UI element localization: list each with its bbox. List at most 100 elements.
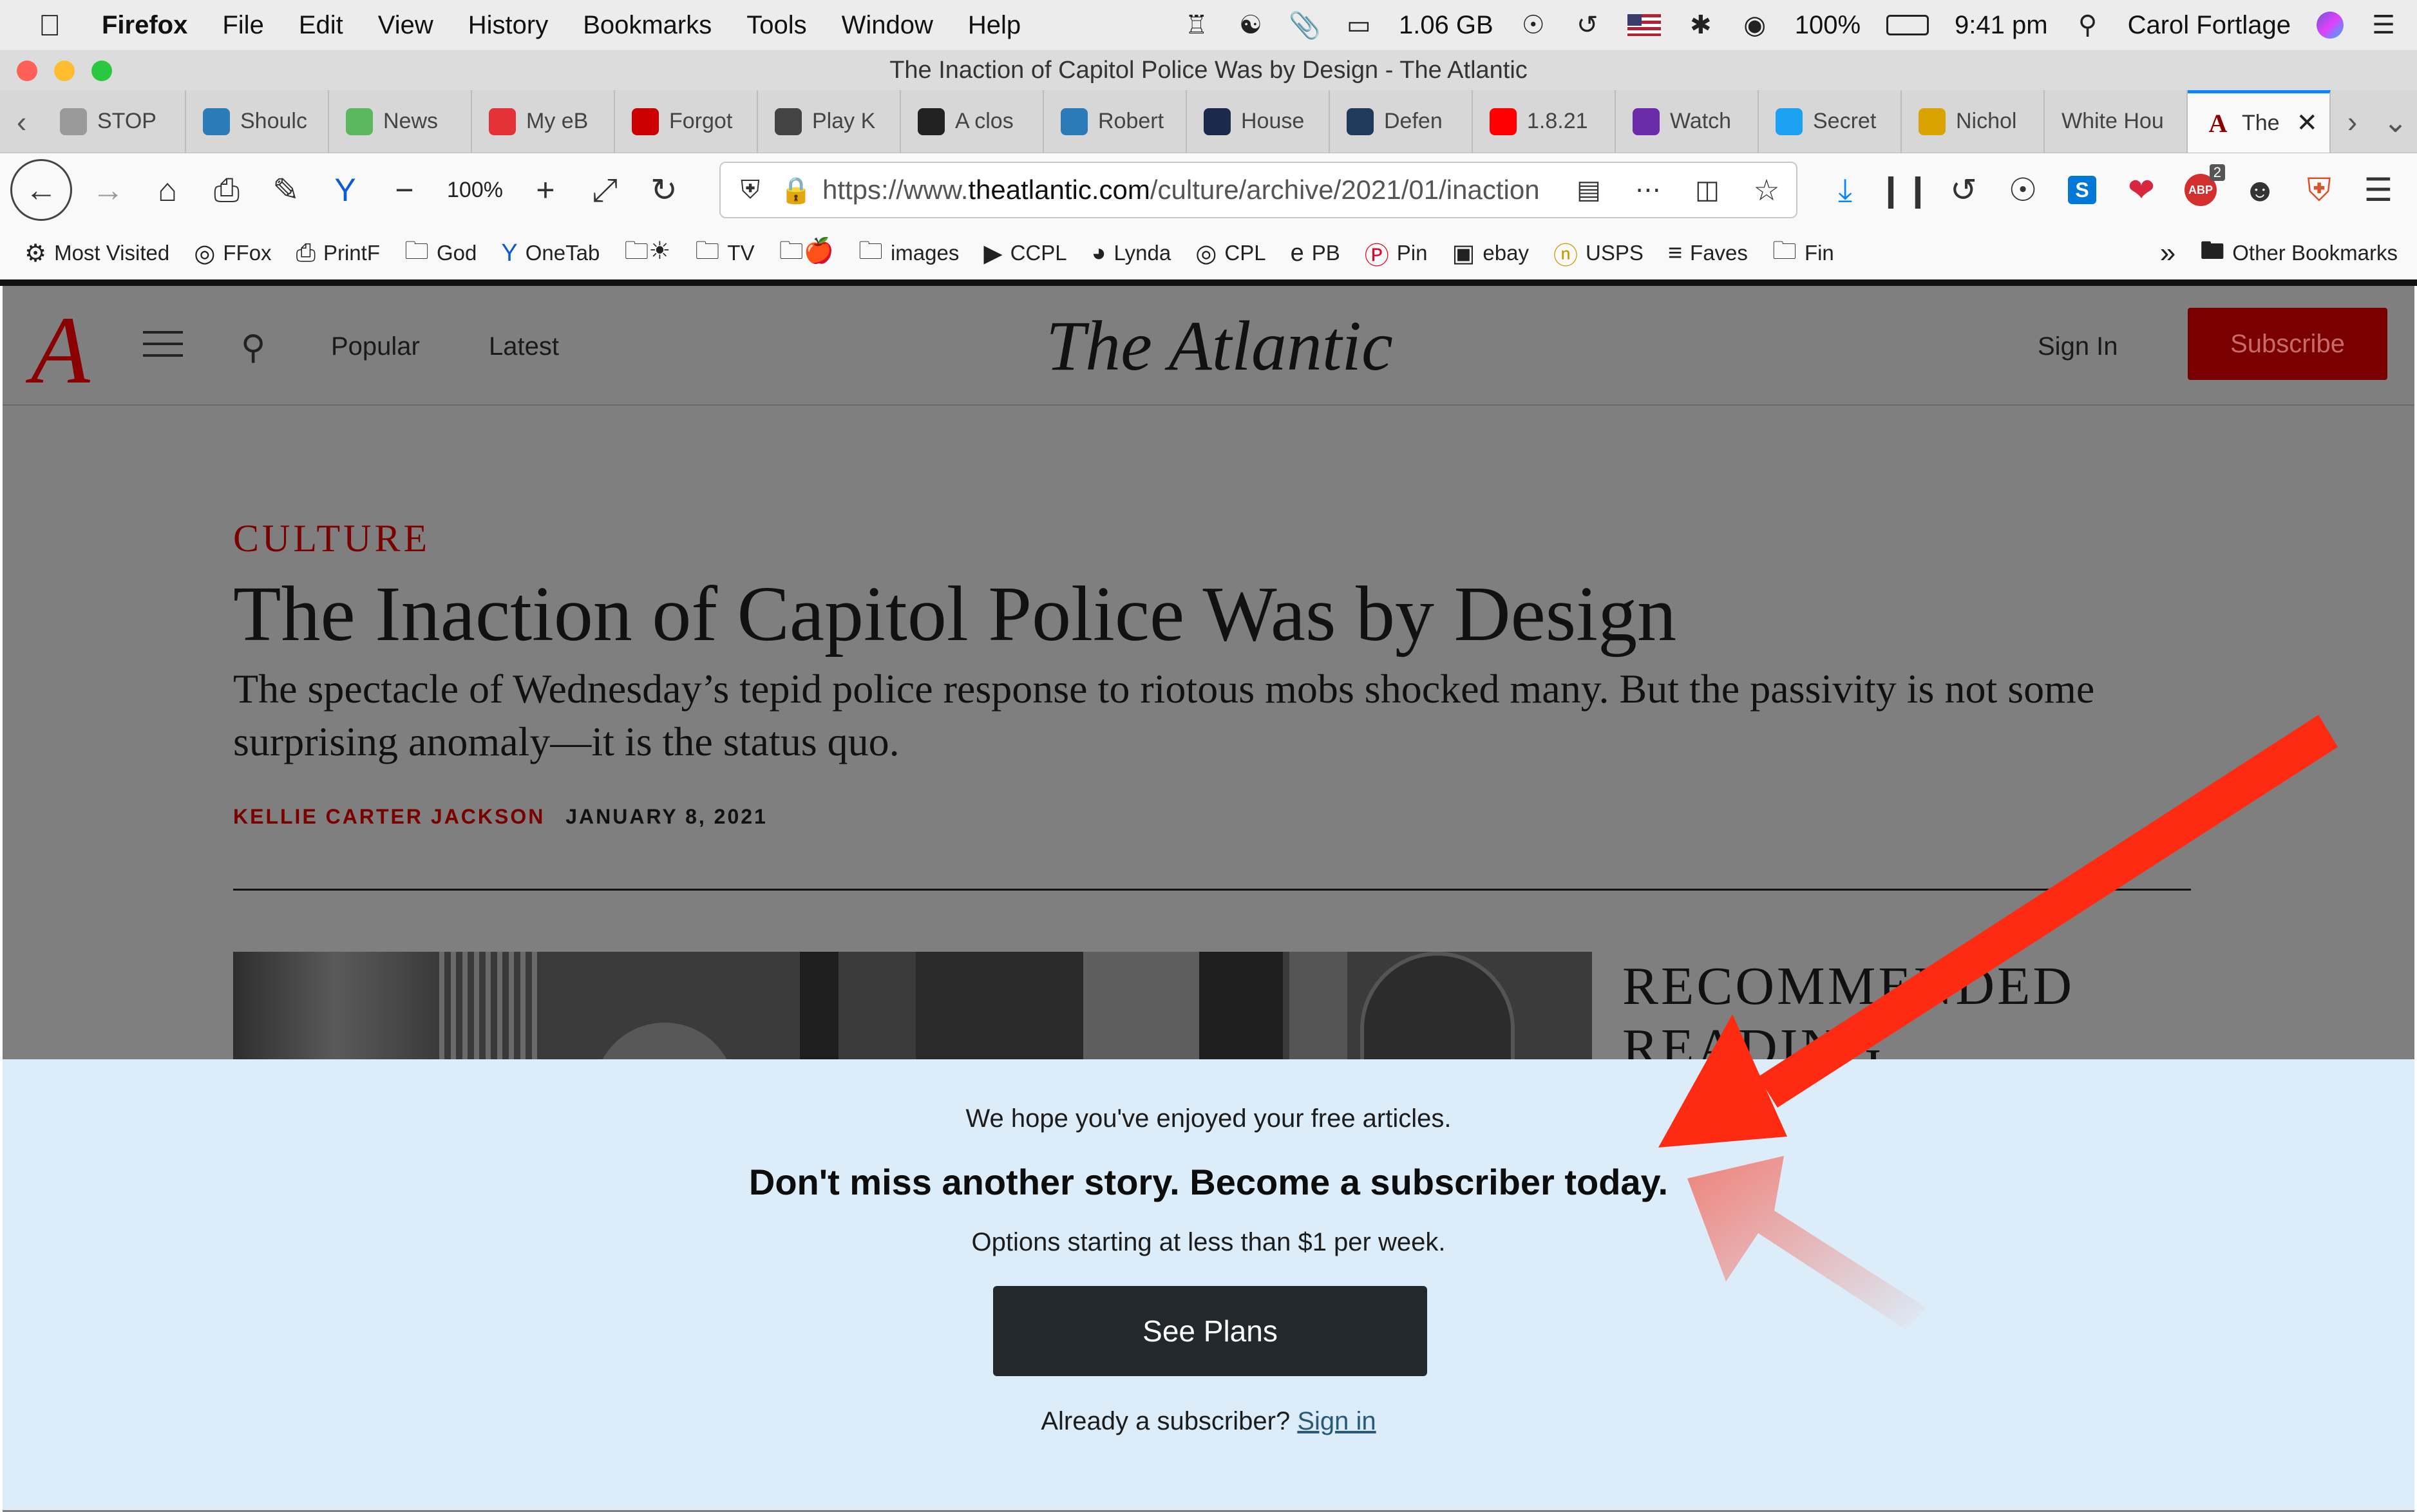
tab[interactable]: Defen (1330, 90, 1473, 153)
pocket-icon[interactable]: ◫ (1678, 160, 1737, 220)
downloads-icon[interactable]: ⤓ (1815, 160, 1875, 220)
site-subscribe-button[interactable]: Subscribe (2188, 308, 2387, 380)
notification-center-icon[interactable]: ☰ (2369, 11, 2398, 39)
history-icon[interactable]: ↺ (1934, 160, 1993, 220)
bookmark-item[interactable]: 🗀 TV (695, 232, 754, 274)
bookmark-item[interactable]: e PB (1291, 240, 1340, 267)
site-title[interactable]: The Atlantic (1046, 305, 1393, 387)
zoom-in-button[interactable]: + (516, 160, 575, 220)
skype-icon[interactable]: S (2052, 160, 2112, 220)
tab[interactable]: Forgot (615, 90, 758, 153)
bookmark-item[interactable]: ⎙ PrintF (296, 240, 380, 267)
hamburger-menu-icon[interactable]: ☰ (2349, 160, 2408, 220)
memory-readout[interactable]: 1.06 GB (1399, 11, 1493, 40)
tab[interactable]: STOP (43, 90, 186, 153)
airplay-icon[interactable]: ▭ (1345, 11, 1373, 39)
menu-bookmarks[interactable]: Bookmarks (583, 11, 712, 40)
spotlight-search-icon[interactable]: ⚲ (2074, 11, 2102, 39)
menu-help[interactable]: Help (968, 11, 1021, 40)
print-icon[interactable]: ⎙ (197, 160, 256, 220)
bookmark-item[interactable]: Ⓟ Pin (1365, 236, 1428, 271)
bookmark-item[interactable]: ⚙ Most Visited (24, 239, 169, 268)
accessibility-icon[interactable]: ☯ (1237, 11, 1265, 39)
nav-latest-link[interactable]: Latest (489, 332, 559, 361)
tab[interactable]: Robert (1044, 90, 1187, 153)
url-text[interactable]: https://www.theatlantic.com/culture/arch… (822, 175, 1559, 205)
back-button[interactable]: ← (10, 159, 72, 221)
menu-edit[interactable]: Edit (299, 11, 343, 40)
reader-view-icon[interactable]: ▤ (1559, 160, 1618, 220)
bookmark-item[interactable]: ◕ Lynda (1092, 240, 1171, 267)
nav-popular-link[interactable]: Popular (331, 332, 420, 361)
bookmark-item[interactable]: 🗀 God (404, 232, 477, 274)
list-all-tabs-chevron-icon[interactable]: ⌄ (2374, 90, 2417, 153)
bookmark-item[interactable]: ≡ Faves (1668, 240, 1748, 267)
menu-view[interactable]: View (378, 11, 433, 40)
bookmark-item[interactable]: 🗀 Fin (1772, 232, 1834, 274)
bookmark-item[interactable]: ⓝ USPS (1553, 236, 1644, 271)
tab[interactable]: Nichol (1902, 90, 2045, 153)
menu-file[interactable]: File (222, 11, 263, 40)
close-window-button[interactable] (17, 61, 37, 81)
battery-percent[interactable]: 100% (1795, 11, 1861, 40)
bookmark-item[interactable]: Υ OneTab (501, 240, 600, 267)
site-sign-in-link[interactable]: Sign In (2038, 332, 2118, 361)
bookmark-star-icon[interactable]: ☆ (1737, 160, 1796, 220)
zoom-level[interactable]: 100% (434, 178, 516, 203)
close-tab-icon[interactable]: ✕ (2296, 108, 2318, 138)
zoom-out-button[interactable]: − (375, 160, 434, 220)
zoom-window-button[interactable] (91, 61, 112, 81)
tab[interactable]: My eB (472, 90, 615, 153)
printfriendly-icon[interactable]: ✎ (256, 160, 316, 220)
tab[interactable]: Play K (758, 90, 901, 153)
menu-window[interactable]: Window (842, 11, 933, 40)
site-menu-icon[interactable] (143, 331, 183, 359)
menu-tools[interactable]: Tools (746, 11, 806, 40)
see-plans-button[interactable]: See Plans (993, 1286, 1427, 1376)
page-actions-icon[interactable]: ⋯ (1618, 160, 1678, 220)
site-search-icon[interactable]: ⚲ (241, 328, 265, 367)
tab[interactable]: Watch (1616, 90, 1759, 153)
atlantic-logo[interactable]: A (31, 295, 90, 406)
scroll-tabs-right-icon[interactable]: › (2331, 90, 2374, 153)
bookmark-item[interactable]: ◎ CPL (1195, 239, 1265, 268)
clock[interactable]: 9:41 pm (1955, 11, 2048, 40)
paperclip-icon[interactable]: 📎 (1289, 11, 1321, 40)
menu-history[interactable]: History (468, 11, 548, 40)
tab[interactable]: Secret (1759, 90, 1902, 153)
tracking-shield-icon[interactable]: ⛨ (721, 160, 780, 220)
fullscreen-icon[interactable]: ⤢ (575, 160, 634, 220)
glass-icon[interactable]: ♖ (1182, 11, 1211, 39)
adblock-plus-icon[interactable]: ABP 2 (2171, 160, 2230, 220)
bookmark-item[interactable]: ▣ ebay (1452, 239, 1529, 268)
bookmark-item[interactable]: 🗀 images (858, 232, 959, 274)
onepassword-toolbar-icon[interactable]: ☉ (1993, 160, 2052, 220)
account-icon[interactable]: ☻ (2230, 160, 2289, 220)
minimize-window-button[interactable] (54, 61, 75, 81)
scroll-tabs-left-icon[interactable]: ‹ (0, 90, 43, 153)
bookmark-item[interactable]: ◎ FFox (194, 239, 271, 268)
paywall-sign-in-link[interactable]: Sign in (1297, 1407, 1376, 1435)
library-icon[interactable]: ❙❙ (1875, 160, 1934, 220)
us-flag-icon[interactable] (1627, 14, 1661, 36)
other-bookmarks[interactable]: 🖿 Other Bookmarks (2200, 232, 2398, 274)
battery-icon[interactable] (1886, 15, 1929, 35)
forward-button[interactable]: → (79, 160, 138, 220)
bluetooth-icon[interactable]: ✱ (1687, 11, 1715, 39)
tab[interactable]: House (1187, 90, 1330, 153)
apple-icon[interactable]:  (39, 8, 77, 43)
time-machine-icon[interactable]: ↺ (1573, 11, 1602, 39)
bookmark-item[interactable]: ▶ CCPL (983, 239, 1066, 268)
menu-app-name[interactable]: Firefox (102, 11, 187, 40)
reload-button[interactable]: ↻ (634, 160, 694, 220)
wifi-icon[interactable]: ◉ (1741, 11, 1769, 39)
home-icon[interactable]: ⌂ (138, 160, 197, 220)
article-author-link[interactable]: KELLIE CARTER JACKSON (233, 805, 545, 828)
url-bar[interactable]: ⛨ 🔒 https://www.theatlantic.com/culture/… (719, 162, 1797, 218)
tab[interactable]: Shoulc (186, 90, 329, 153)
siri-icon[interactable] (2317, 12, 2344, 39)
ublock-shield-icon[interactable]: ⛨ (2289, 160, 2349, 220)
lock-icon[interactable]: 🔒 (780, 160, 812, 220)
tab[interactable]: A clos (901, 90, 1044, 153)
tab[interactable]: White Hou (2045, 90, 2188, 153)
